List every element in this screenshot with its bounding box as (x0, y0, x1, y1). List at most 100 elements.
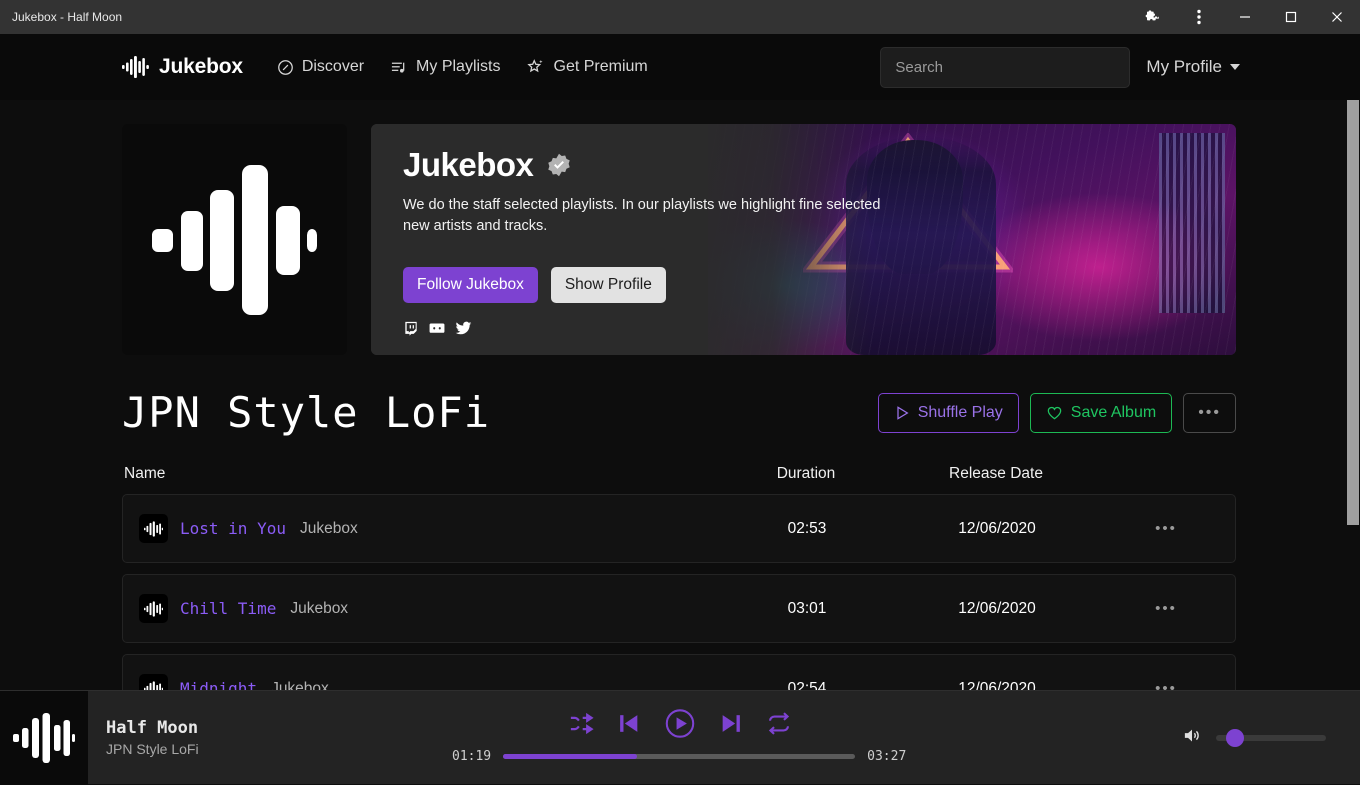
track-artist: Jukebox (300, 520, 358, 538)
volume-slider-thumb[interactable] (1226, 729, 1244, 747)
volume-icon[interactable] (1182, 726, 1202, 750)
waveform-player-icon (13, 713, 75, 763)
extensions-button[interactable] (1130, 0, 1176, 34)
page-title: JPN Style LoFi (122, 388, 490, 437)
compass-icon (277, 59, 294, 76)
playlist-icon (390, 59, 408, 76)
hero-section: Jukebox We do the staff selected playlis… (122, 124, 1236, 355)
progress-slider[interactable] (503, 754, 855, 759)
next-icon[interactable] (719, 710, 744, 737)
repeat-icon[interactable] (766, 710, 793, 737)
content-inner: Jukebox We do the staff selected playlis… (0, 100, 1360, 723)
banner-description: We do the staff selected playlists. In o… (403, 195, 903, 236)
previous-icon[interactable] (617, 710, 642, 737)
app-navbar: Jukebox Discover My Playlists (0, 34, 1360, 100)
track-duration: 03:01 (717, 600, 897, 618)
banner-artist-name: Jukebox (403, 146, 533, 184)
player-elapsed-time: 01:19 (452, 749, 491, 764)
twitter-icon[interactable] (455, 320, 472, 337)
shuffle-play-button[interactable]: Shuffle Play (878, 393, 1019, 433)
magic-star-icon (527, 58, 546, 76)
column-header-actions (1096, 465, 1236, 483)
browser-menu-button[interactable] (1176, 0, 1222, 34)
track-name-cell: Chill Time Jukebox (123, 594, 717, 623)
scrollbar-thumb[interactable] (1347, 100, 1359, 525)
player-album-art (0, 691, 88, 785)
nav-item-my-playlists[interactable]: My Playlists (390, 58, 500, 76)
profile-menu[interactable]: My Profile (1146, 57, 1240, 77)
column-header-duration: Duration (716, 465, 896, 483)
heart-icon (1046, 405, 1063, 421)
track-more-button[interactable]: ••• (1097, 600, 1235, 617)
nav-label-get-premium: Get Premium (554, 58, 648, 76)
volume-slider[interactable] (1216, 735, 1326, 741)
banner-title-row: Jukebox (403, 146, 1206, 184)
album-more-button[interactable]: ••• (1183, 393, 1236, 433)
minimize-button[interactable] (1222, 0, 1268, 34)
player-track-info: Half Moon JPN Style LoFi (88, 718, 388, 757)
album-header: JPN Style LoFi Shuffle Play Save Album •… (122, 388, 1236, 437)
play-triangle-icon (894, 405, 910, 421)
volume-control (1182, 726, 1360, 750)
progress-fill (503, 754, 637, 759)
player-track-album: JPN Style LoFi (106, 741, 388, 757)
maximize-button[interactable] (1268, 0, 1314, 34)
track-more-button[interactable]: ••• (1097, 520, 1235, 537)
maximize-icon (1285, 11, 1297, 23)
verified-badge-icon (546, 152, 572, 178)
waveform-logo-icon (122, 56, 149, 78)
shuffle-icon[interactable] (568, 710, 595, 737)
search-input[interactable] (880, 47, 1130, 88)
minimize-icon (1239, 11, 1251, 23)
album-cover (122, 124, 347, 355)
banner-actions: Follow Jukebox Show Profile (403, 267, 1206, 303)
track-list: Lost in YouJukebox02:5312/06/2020••• Chi… (122, 494, 1236, 723)
track-waveform-icon (139, 514, 168, 543)
track-waveform-icon (139, 594, 168, 623)
play-icon[interactable] (664, 707, 697, 740)
discord-icon[interactable] (428, 320, 446, 337)
table-row[interactable]: Chill Time Jukebox 03:0112/06/2020••• (122, 574, 1236, 643)
track-release-date: 12/06/2020 (897, 520, 1097, 538)
window-titlebar: Jukebox - Half Moon (0, 0, 1360, 34)
nav-right-group: My Profile (880, 47, 1240, 88)
twitch-icon[interactable] (403, 320, 419, 337)
close-button[interactable] (1314, 0, 1360, 34)
kebab-menu-icon (1197, 9, 1201, 25)
social-links (403, 320, 1206, 337)
track-release-date: 12/06/2020 (897, 600, 1097, 618)
nav-links: Discover My Playlists Get Premium (277, 58, 648, 76)
show-profile-button[interactable]: Show Profile (551, 267, 666, 303)
chevron-down-icon (1230, 64, 1240, 70)
brand-name: Jukebox (159, 55, 243, 79)
waveform-cover-icon (152, 161, 317, 319)
track-title: Lost in You (180, 519, 286, 538)
window-controls (1130, 0, 1360, 34)
page-scrollbar[interactable] (1346, 100, 1360, 784)
artist-banner: Jukebox We do the staff selected playlis… (371, 124, 1236, 355)
album-actions: Shuffle Play Save Album ••• (878, 393, 1236, 433)
player-progress: 01:19 03:27 (452, 749, 906, 764)
brand-logo[interactable]: Jukebox (122, 55, 243, 79)
close-icon (1331, 11, 1343, 23)
save-album-label: Save Album (1071, 404, 1156, 422)
nav-item-discover[interactable]: Discover (277, 58, 364, 76)
follow-button[interactable]: Follow Jukebox (403, 267, 538, 303)
track-table-header: Name Duration Release Date (122, 465, 1236, 483)
column-header-name: Name (122, 465, 716, 483)
puzzle-icon (1145, 9, 1161, 25)
window-title: Jukebox - Half Moon (0, 10, 122, 24)
player-total-time: 03:27 (867, 749, 906, 764)
track-artist: Jukebox (290, 600, 348, 618)
save-album-button[interactable]: Save Album (1030, 393, 1172, 433)
player-bar: Half Moon JPN Style LoFi (0, 690, 1360, 784)
track-title: Chill Time (180, 599, 276, 618)
page-content: Jukebox We do the staff selected playlis… (0, 100, 1360, 784)
table-row[interactable]: Lost in YouJukebox02:5312/06/2020••• (122, 494, 1236, 563)
nav-item-get-premium[interactable]: Get Premium (527, 58, 648, 76)
column-header-release: Release Date (896, 465, 1096, 483)
profile-label: My Profile (1146, 57, 1222, 77)
player-track-title: Half Moon (106, 718, 388, 738)
track-name-cell: Lost in You Jukebox (123, 514, 717, 543)
nav-label-my-playlists: My Playlists (416, 58, 500, 76)
